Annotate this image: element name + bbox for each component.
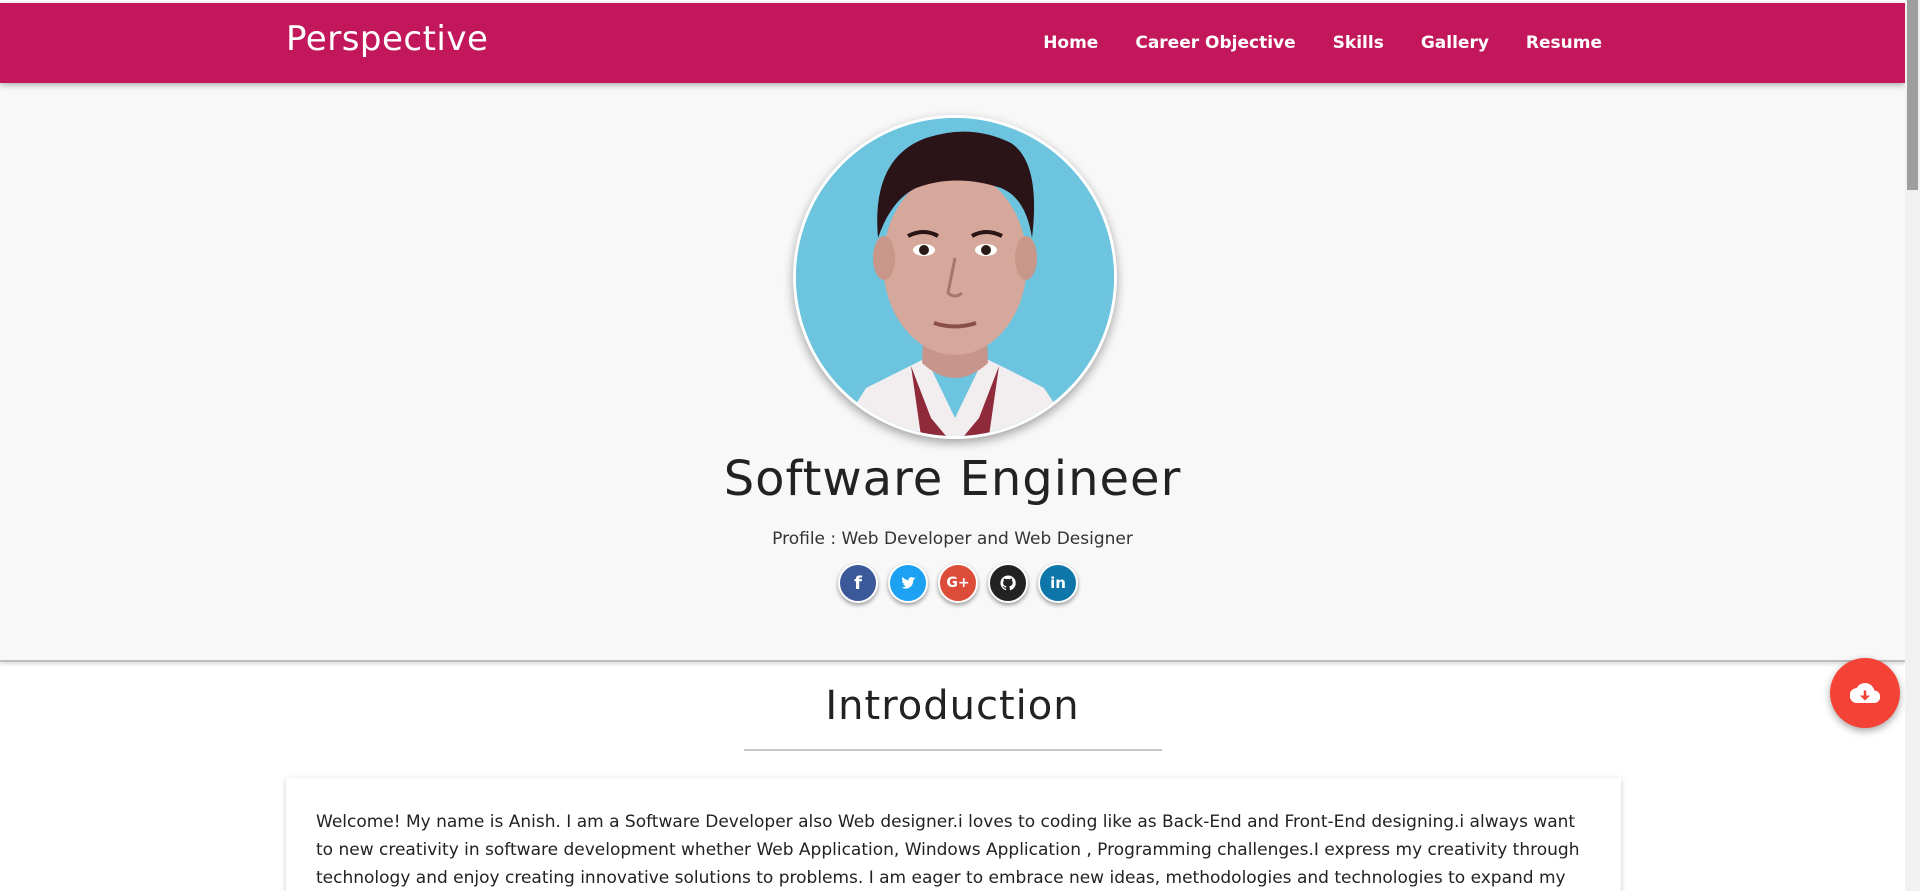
page: Perspective Home Career Objective Skills… [0,0,1905,891]
nav-career-objective[interactable]: Career Objective [1135,33,1295,53]
scrollbar-thumb[interactable] [1907,0,1918,190]
profile-photo-illustration [796,118,1114,436]
hero-section: Software Engineer Profile : Web Develope… [0,83,1905,662]
introduction-divider [744,749,1162,751]
nav-gallery[interactable]: Gallery [1421,33,1489,53]
github-octocat-glyph [1000,575,1016,591]
page-scrollbar[interactable] [1905,0,1920,891]
facebook-icon[interactable]: f [838,563,878,603]
social-links: f G+ in [838,563,1088,603]
introduction-card: Welcome! My name is Anish. I am a Softwa… [286,778,1621,891]
navbar: Perspective Home Career Objective Skills… [0,3,1905,83]
google-plus-icon[interactable]: G+ [938,563,978,603]
twitter-icon[interactable] [888,563,928,603]
introduction-text: Welcome! My name is Anish. I am a Softwa… [316,812,1580,888]
hero-title: Software Engineer [723,451,1182,507]
nav-resume[interactable]: Resume [1526,33,1602,53]
nav-skills[interactable]: Skills [1333,33,1384,53]
github-icon[interactable] [988,563,1028,603]
introduction-heading: Introduction [825,683,1080,729]
linkedin-icon[interactable]: in [1038,563,1078,603]
nav-links: Home Career Objective Skills Gallery Res… [1006,3,1602,83]
twitter-bird-glyph [901,577,916,589]
nav-home[interactable]: Home [1043,33,1098,53]
profile-photo [793,115,1117,439]
brand-logo[interactable]: Perspective [286,19,488,59]
cloud-download-icon [1850,683,1880,704]
cloud-download-button[interactable] [1830,658,1900,728]
hero-subtitle: Profile : Web Developer and Web Designer [772,529,1133,549]
